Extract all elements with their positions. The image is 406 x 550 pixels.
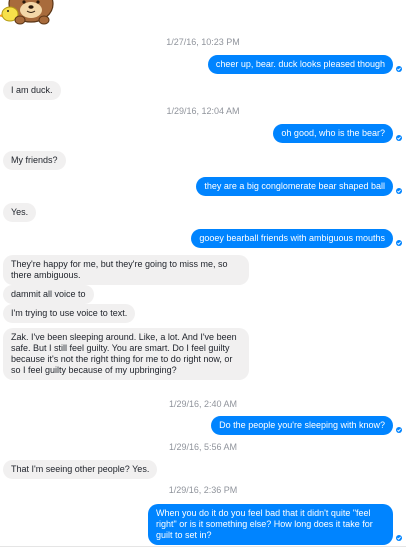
delivered-check-icon — [396, 240, 402, 246]
delivered-check-icon — [396, 535, 402, 541]
sent-message[interactable]: oh good, who is the bear? — [273, 124, 393, 143]
received-message[interactable]: Yes. — [3, 203, 37, 222]
received-message[interactable]: I'm trying to use voice to text. — [3, 304, 136, 323]
timestamp: 1/27/16, 10:23 PM — [166, 37, 240, 47]
timestamp: 1/29/16, 5:56 AM — [168, 442, 238, 452]
timestamp: 1/29/16, 2:36 PM — [168, 485, 238, 495]
timestamp: 1/29/16, 2:40 AM — [168, 399, 238, 409]
delivered-check-icon — [396, 427, 402, 433]
received-message[interactable]: Zak. I've been sleeping around. Like, a … — [3, 328, 249, 380]
timestamp: 1/29/16, 12:04 AM — [166, 106, 240, 116]
received-message[interactable]: They're happy for me, but they're going … — [3, 255, 249, 285]
sent-message[interactable]: When you do it do you feel bad that it d… — [148, 504, 393, 545]
delivered-check-icon — [396, 188, 402, 194]
sent-message[interactable]: Do the people you're sleeping with know? — [211, 416, 393, 435]
delivered-check-icon — [396, 66, 402, 72]
received-message[interactable]: I am duck. — [3, 81, 61, 100]
received-message[interactable]: That I'm seeing other people? Yes. — [3, 460, 158, 479]
sent-message[interactable]: cheer up, bear. duck looks pleased thoug… — [207, 55, 393, 74]
sent-message[interactable]: gooey bearball friends with ambiguous mo… — [191, 229, 393, 248]
received-message[interactable]: My friends? — [3, 151, 66, 170]
composer-divider — [0, 546, 406, 547]
delivered-check-icon — [396, 135, 402, 141]
received-message[interactable]: dammit all voice to — [3, 285, 94, 304]
sent-message[interactable]: they are a big conglomerate bear shaped … — [196, 177, 393, 196]
bear-duck-sticker — [0, 0, 54, 25]
